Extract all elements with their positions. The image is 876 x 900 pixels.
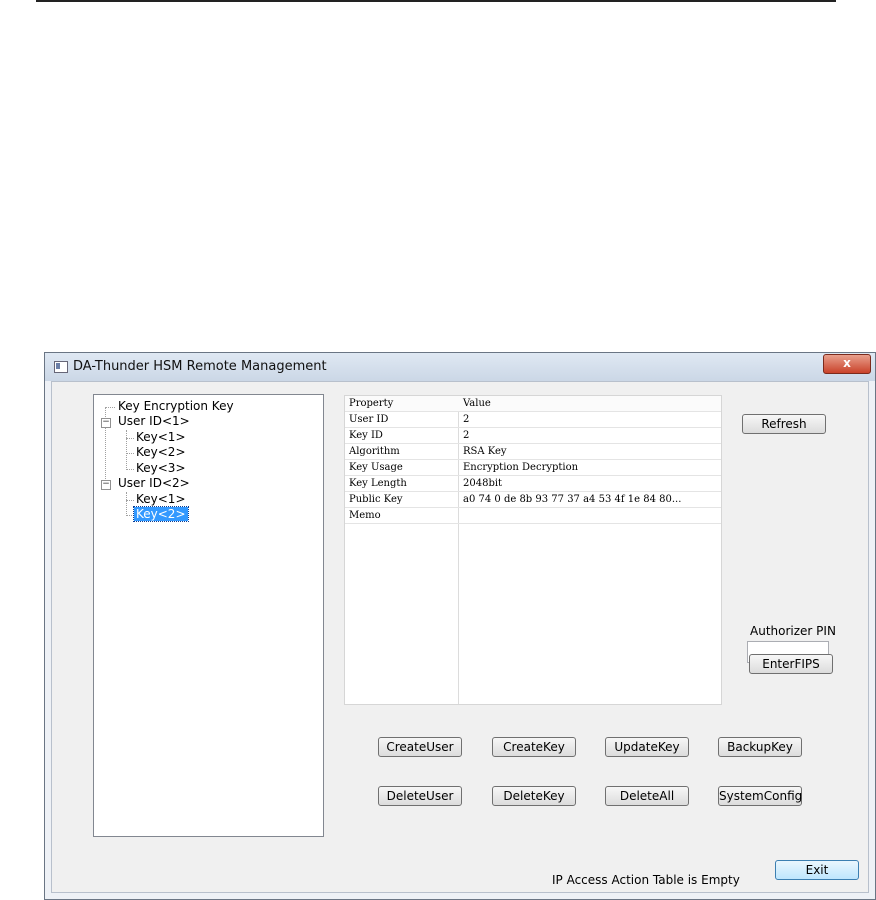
close-button[interactable]: x: [823, 354, 871, 374]
property-name: Key Usage: [349, 462, 403, 473]
property-value: RSA Key: [463, 446, 507, 457]
grid-row-key-id[interactable]: Key ID 2: [345, 428, 721, 444]
status-text: IP Access Action Table is Empty: [552, 873, 740, 887]
tree-item-label: Key Encryption Key: [118, 399, 234, 413]
property-name: User ID: [349, 414, 389, 425]
delete-key-button[interactable]: DeleteKey: [492, 786, 576, 806]
tree-item-user-1-key-1[interactable]: Key<1>: [134, 430, 188, 445]
grid-header: Property Value: [345, 396, 721, 412]
exit-button[interactable]: Exit: [775, 860, 859, 880]
grid-row-memo[interactable]: Memo: [345, 508, 721, 524]
title-bar[interactable]: DA-Thunder HSM Remote Management x: [45, 353, 875, 381]
authorizer-pin-label: Authorizer PIN: [750, 624, 836, 638]
create-key-button[interactable]: CreateKey: [492, 737, 576, 757]
property-value: a0 74 0 de 8b 93 77 37 a4 53 4f 1e 84 80…: [463, 494, 682, 505]
tree-connector: [126, 515, 134, 516]
grid-row-user-id[interactable]: User ID 2: [345, 412, 721, 428]
refresh-button[interactable]: Refresh: [742, 414, 826, 434]
tree-connector: [126, 453, 134, 454]
tree-item-label: Key<1>: [136, 430, 186, 444]
grid-row-public-key[interactable]: Public Key a0 74 0 de 8b 93 77 37 a4 53 …: [345, 492, 721, 508]
property-name: Public Key: [349, 494, 403, 505]
tree-connector: [126, 438, 134, 439]
tree-item-user-2-key-1[interactable]: Key<1>: [134, 492, 188, 507]
tree-item-label: Key<2>: [133, 506, 189, 522]
property-name: Key Length: [349, 478, 407, 489]
delete-user-button[interactable]: DeleteUser: [378, 786, 462, 806]
tree-item-label: Key<2>: [136, 445, 186, 459]
property-value: 2: [463, 430, 470, 441]
grid-row-key-usage[interactable]: Key Usage Encryption Decryption: [345, 460, 721, 476]
tree-item-label: User ID<1>: [118, 414, 190, 428]
tree-item-label: Key<1>: [136, 492, 186, 506]
tree-connector: [126, 500, 134, 501]
property-grid[interactable]: Property Value User ID 2 Key ID 2 Algori…: [344, 395, 722, 705]
tree-item-user-1-key-3[interactable]: Key<3>: [134, 461, 188, 476]
window-title: DA-Thunder HSM Remote Management: [73, 359, 327, 374]
update-key-button[interactable]: UpdateKey: [605, 737, 689, 757]
header-value: Value: [463, 398, 491, 409]
tree-item-user-1-key-2[interactable]: Key<2>: [134, 445, 188, 460]
grid-row-algorithm[interactable]: Algorithm RSA Key: [345, 444, 721, 460]
collapse-toggle-icon[interactable]: −: [101, 418, 111, 428]
tree-connector: [126, 469, 134, 470]
tree-connector: [105, 407, 115, 408]
enter-fips-button[interactable]: EnterFIPS: [749, 654, 833, 674]
header-property: Property: [349, 398, 394, 409]
tree-item-label: Key<3>: [136, 461, 186, 475]
tree-item-user-2-key-2[interactable]: Key<2>: [133, 506, 189, 522]
tree-item-user-1[interactable]: User ID<1>: [116, 414, 192, 429]
app-window: DA-Thunder HSM Remote Management x − − K…: [44, 352, 876, 900]
collapse-toggle-icon[interactable]: −: [101, 480, 111, 490]
page-top-rule: [36, 0, 836, 2]
key-tree[interactable]: − − Key Encryption Key User ID<1> Key<1>…: [93, 394, 324, 837]
property-value: Encryption Decryption: [463, 462, 579, 473]
backup-key-button[interactable]: BackupKey: [718, 737, 802, 757]
property-value: 2048bit: [463, 478, 503, 489]
property-name: Algorithm: [349, 446, 400, 457]
tree-item-label: User ID<2>: [118, 476, 190, 490]
property-name: Key ID: [349, 430, 383, 441]
tree-connector: [126, 492, 127, 516]
system-config-button[interactable]: SystemConfig: [718, 786, 802, 806]
property-value: 2: [463, 414, 470, 425]
tree-item-user-2[interactable]: User ID<2>: [116, 476, 192, 491]
property-name: Memo: [349, 510, 381, 521]
tree-connector: [126, 430, 127, 470]
grid-row-key-length[interactable]: Key Length 2048bit: [345, 476, 721, 492]
tree-item-key-encryption-key[interactable]: Key Encryption Key: [116, 399, 236, 414]
client-area: − − Key Encryption Key User ID<1> Key<1>…: [51, 381, 869, 893]
delete-all-button[interactable]: DeleteAll: [605, 786, 689, 806]
app-window-icon: [54, 361, 68, 373]
create-user-button[interactable]: CreateUser: [378, 737, 462, 757]
